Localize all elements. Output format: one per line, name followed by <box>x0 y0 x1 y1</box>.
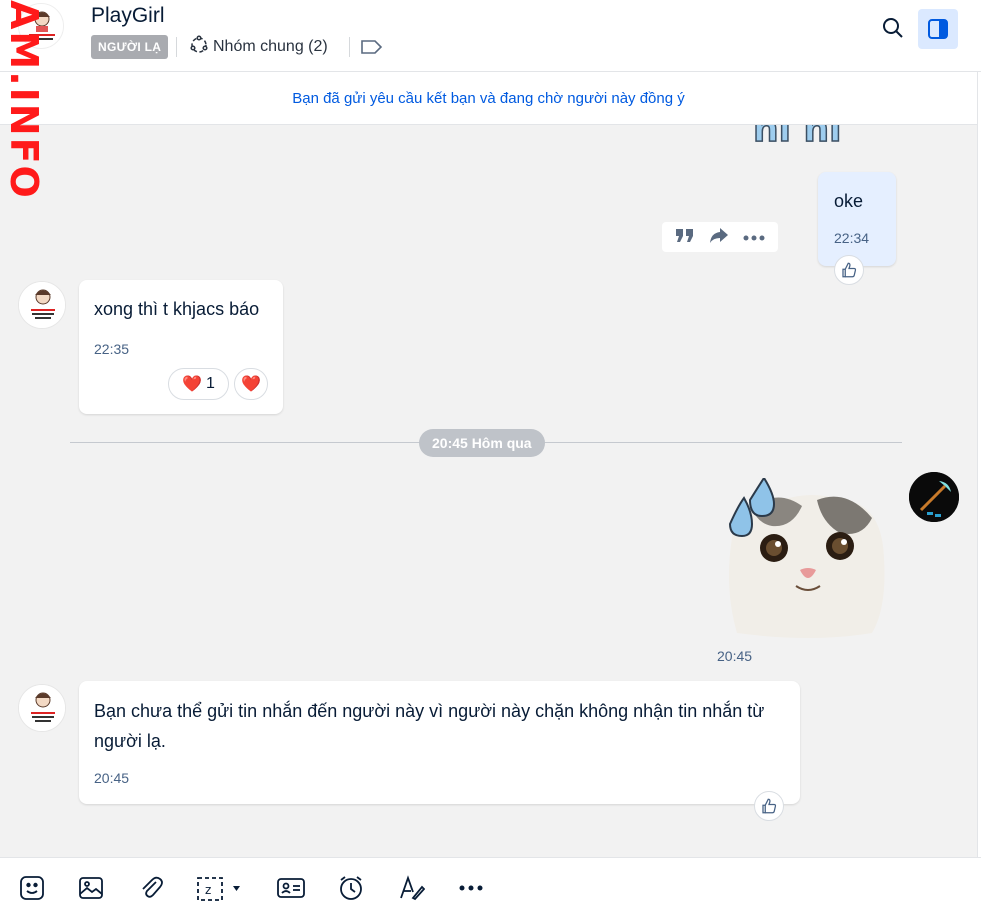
blocked-notice-bubble[interactable]: Bạn chưa thể gửi tin nhắn đến người này … <box>79 681 800 804</box>
attach-icon <box>142 876 163 898</box>
stranger-badge: NGƯỜI LẠ <box>91 35 169 59</box>
forward-icon[interactable] <box>709 226 729 249</box>
heart-reaction-button[interactable]: ❤️ <box>234 368 268 400</box>
message-actions-bar <box>662 222 778 252</box>
message-time: 22:34 <box>834 230 870 246</box>
more-button[interactable] <box>454 871 488 905</box>
scrollbar-track[interactable] <box>977 72 981 857</box>
chat-header: AM.INFO PlayGirl NGƯỜI LẠ Nhóm chung (2) <box>0 0 981 200</box>
message-time: 20:45 <box>94 770 130 786</box>
image-icon <box>79 877 103 899</box>
format-text-button[interactable] <box>394 871 428 905</box>
image-button[interactable] <box>74 871 108 905</box>
like-reaction-button[interactable] <box>754 791 784 821</box>
sticker-icon <box>20 876 44 900</box>
heart-icon: ❤️ <box>182 376 202 393</box>
message-text: xong thì t khjacs báo <box>94 299 260 319</box>
toggle-info-panel-button[interactable] <box>918 9 958 49</box>
reaction-count: 1 <box>206 375 215 392</box>
tag-icon[interactable] <box>360 38 384 56</box>
message-text: Bạn chưa thể gửi tin nhắn đến người này … <box>94 701 765 751</box>
sender-avatar[interactable] <box>18 281 66 329</box>
thumbs-up-icon <box>762 798 777 814</box>
header-divider <box>176 37 177 57</box>
header-divider <box>349 37 350 57</box>
sticker-button[interactable] <box>15 871 49 905</box>
thumbs-up-icon <box>842 262 857 278</box>
heart-icon: ❤️ <box>241 376 261 393</box>
attach-file-button[interactable] <box>134 871 168 905</box>
hihi-sticker-text: hi hi <box>753 125 841 150</box>
quote-icon[interactable] <box>675 226 695 249</box>
reminder-icon <box>340 876 362 900</box>
message-text: oke <box>834 191 864 211</box>
contact-card-button[interactable] <box>274 871 308 905</box>
heart-reaction-count[interactable]: ❤️ 1 <box>168 368 229 400</box>
screenshot-button[interactable]: z <box>194 871 250 905</box>
screenshot-icon: z <box>197 877 240 901</box>
more-icon <box>459 885 483 891</box>
reminder-button[interactable] <box>334 871 368 905</box>
message-bubble-mine[interactable]: oke 22:34 <box>818 172 896 266</box>
my-avatar[interactable] <box>909 472 959 522</box>
like-reaction-button[interactable] <box>834 255 864 285</box>
cat-sticker[interactable] <box>722 476 888 640</box>
format-text-icon <box>400 875 425 901</box>
chat-title[interactable]: PlayGirl <box>91 4 165 28</box>
sender-avatar[interactable] <box>18 684 66 732</box>
message-time: 20:45 <box>717 648 753 664</box>
contact-card-icon <box>277 878 305 898</box>
search-button[interactable] <box>877 12 909 44</box>
friend-request-notice: Bạn đã gửi yêu cầu kết bạn và đang chờ n… <box>0 72 977 125</box>
date-divider-label: 20:45 Hôm qua <box>419 429 545 457</box>
sidebar-panel-icon <box>928 19 948 39</box>
svg-text:z: z <box>205 883 211 897</box>
message-list[interactable]: hi hi oke 22:34 xong thì t khjacs báo 22… <box>0 125 977 857</box>
message-time: 22:35 <box>94 341 130 357</box>
common-groups-link[interactable]: Nhóm chung (2) <box>189 34 328 60</box>
hihi-sticker[interactable]: hi hi <box>745 125 865 160</box>
contact-avatar[interactable] <box>18 3 64 49</box>
common-groups-label: Nhóm chung (2) <box>213 38 328 55</box>
search-icon <box>883 18 903 38</box>
group-icon <box>189 34 209 60</box>
composer-toolbar: z <box>0 857 981 918</box>
more-options-icon[interactable] <box>743 228 765 246</box>
